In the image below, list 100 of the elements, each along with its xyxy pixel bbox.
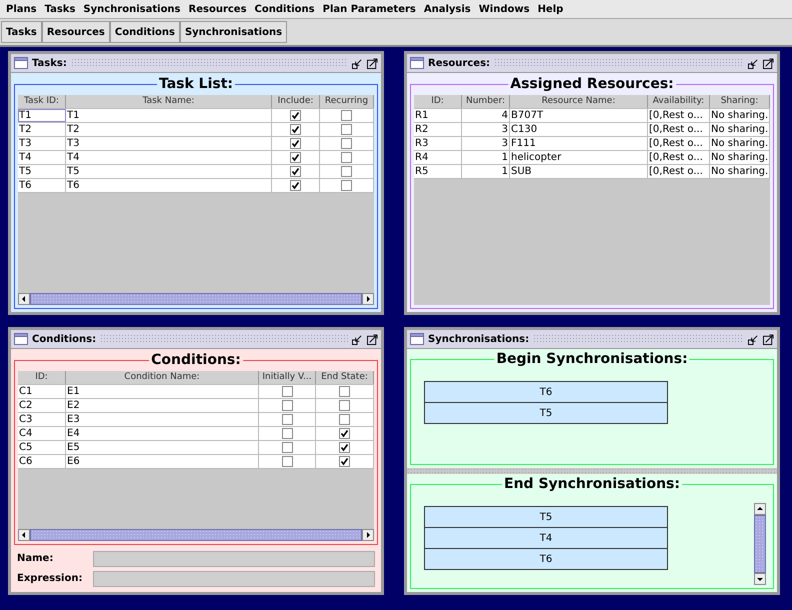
checkbox[interactable] bbox=[341, 124, 352, 135]
maximize-icon[interactable] bbox=[367, 58, 378, 68]
sync-task-item[interactable]: T6 bbox=[424, 548, 668, 570]
table-cell: T5 bbox=[66, 165, 272, 178]
table-cell: C2 bbox=[18, 399, 66, 412]
column-header[interactable]: Recurring bbox=[320, 95, 374, 108]
window-icon bbox=[410, 333, 424, 345]
menu-item[interactable]: Synchronisations bbox=[83, 4, 181, 14]
menu-item[interactable]: Windows bbox=[478, 4, 530, 14]
scroll-right-button[interactable] bbox=[362, 529, 374, 541]
table-cell: 3 bbox=[462, 123, 510, 136]
scroll-down-button[interactable] bbox=[754, 573, 766, 585]
maximize-icon[interactable] bbox=[763, 334, 774, 344]
minimize-icon[interactable] bbox=[748, 334, 759, 344]
minimize-icon[interactable] bbox=[352, 58, 363, 68]
column-header[interactable]: Include: bbox=[272, 95, 320, 108]
table-cell: No sharing. bbox=[710, 123, 770, 136]
column-header[interactable]: Task ID: bbox=[18, 95, 66, 108]
sync-task-item[interactable]: T5 bbox=[424, 402, 668, 424]
table-cell: B707T bbox=[510, 109, 648, 122]
scroll-left-button[interactable] bbox=[18, 529, 30, 541]
table-cell: E2 bbox=[66, 399, 259, 412]
checkbox[interactable] bbox=[341, 110, 352, 121]
sync-task-item[interactable]: T6 bbox=[424, 381, 668, 403]
panel-heading: Begin Synchronisations: bbox=[494, 350, 690, 368]
column-header[interactable]: Number: bbox=[462, 95, 510, 108]
checkbox[interactable] bbox=[339, 400, 350, 411]
checkbox[interactable] bbox=[282, 442, 292, 453]
checkbox[interactable] bbox=[282, 414, 292, 425]
window-title: Tasks: bbox=[32, 58, 67, 68]
column-header[interactable]: ID: bbox=[18, 371, 66, 384]
column-header[interactable]: Availability: bbox=[648, 95, 710, 108]
table-cell: No sharing. bbox=[710, 165, 770, 178]
scroll-up-button[interactable] bbox=[754, 502, 766, 514]
sync-task-item[interactable]: T4 bbox=[424, 526, 668, 548]
window-icon bbox=[14, 57, 28, 69]
table-cell: 4 bbox=[462, 109, 510, 122]
checkbox[interactable] bbox=[290, 180, 301, 191]
table-cell: T3 bbox=[66, 137, 272, 150]
sync-task-item[interactable]: T5 bbox=[424, 506, 668, 528]
checkbox[interactable] bbox=[290, 138, 301, 149]
checkbox[interactable] bbox=[339, 386, 350, 397]
checkbox[interactable] bbox=[339, 414, 350, 425]
checkbox[interactable] bbox=[282, 456, 292, 467]
menu-item[interactable]: Analysis bbox=[424, 4, 471, 14]
checkbox[interactable] bbox=[341, 166, 352, 177]
table-cell: E1 bbox=[66, 385, 259, 398]
window-icon bbox=[14, 333, 28, 345]
checkbox[interactable] bbox=[290, 166, 301, 177]
scrollbar-thumb[interactable] bbox=[754, 514, 766, 573]
minimize-icon[interactable] bbox=[748, 58, 759, 68]
menu-item[interactable]: Plans bbox=[6, 4, 37, 14]
column-header[interactable]: Resource Name: bbox=[510, 95, 648, 108]
maximize-icon[interactable] bbox=[763, 58, 774, 68]
checkbox[interactable] bbox=[290, 152, 301, 163]
menu-item[interactable]: Tasks bbox=[44, 4, 76, 14]
checkbox[interactable] bbox=[282, 400, 292, 411]
panel-heading: End Synchronisations: bbox=[502, 474, 682, 492]
scroll-right-button[interactable] bbox=[362, 293, 374, 305]
table-cell: T4 bbox=[66, 151, 272, 164]
splitter-handle[interactable] bbox=[407, 468, 777, 474]
column-header[interactable]: Initially V... bbox=[259, 371, 316, 384]
menu-item[interactable]: Help bbox=[538, 4, 564, 14]
toolbar-button[interactable]: Resources bbox=[42, 21, 110, 43]
table-cell: R2 bbox=[414, 123, 462, 136]
table-cell: T1 bbox=[66, 109, 272, 122]
checkbox[interactable] bbox=[341, 152, 352, 163]
toolbar-button[interactable]: Tasks bbox=[1, 21, 42, 43]
vertical-scrollbar[interactable] bbox=[754, 502, 766, 585]
column-header[interactable]: Sharing: bbox=[710, 95, 770, 108]
scroll-left-button[interactable] bbox=[18, 293, 30, 305]
table-cell: helicopter bbox=[510, 151, 648, 164]
input-field[interactable] bbox=[93, 571, 375, 587]
table-cell: C6 bbox=[18, 455, 66, 468]
input-field[interactable] bbox=[93, 551, 375, 567]
checkbox[interactable] bbox=[339, 428, 350, 439]
table-cell: 3 bbox=[462, 137, 510, 150]
minimize-icon[interactable] bbox=[352, 334, 363, 344]
checkbox[interactable] bbox=[339, 442, 350, 453]
menu-item[interactable]: Resources bbox=[188, 4, 247, 14]
checkbox[interactable] bbox=[339, 456, 350, 467]
window-title: Resources: bbox=[428, 58, 490, 68]
toolbar-button[interactable]: Synchronisations bbox=[180, 21, 288, 43]
menu-item[interactable]: Conditions bbox=[254, 4, 315, 14]
column-header[interactable]: ID: bbox=[414, 95, 462, 108]
table-cell: [0,Rest o... bbox=[648, 151, 710, 164]
checkbox[interactable] bbox=[282, 386, 292, 397]
table-cell: T4 bbox=[18, 151, 66, 164]
menu-item[interactable]: Plan Parameters bbox=[322, 4, 416, 14]
table-cell: T1 bbox=[18, 109, 66, 122]
checkbox[interactable] bbox=[282, 428, 292, 439]
column-header[interactable]: End State: bbox=[316, 371, 374, 384]
checkbox[interactable] bbox=[290, 110, 301, 121]
column-header[interactable]: Task Name: bbox=[66, 95, 272, 108]
toolbar-button[interactable]: Conditions bbox=[110, 21, 180, 43]
checkbox[interactable] bbox=[290, 124, 301, 135]
checkbox[interactable] bbox=[341, 138, 352, 149]
checkbox[interactable] bbox=[341, 180, 352, 191]
column-header[interactable]: Condition Name: bbox=[66, 371, 259, 384]
maximize-icon[interactable] bbox=[367, 334, 378, 344]
